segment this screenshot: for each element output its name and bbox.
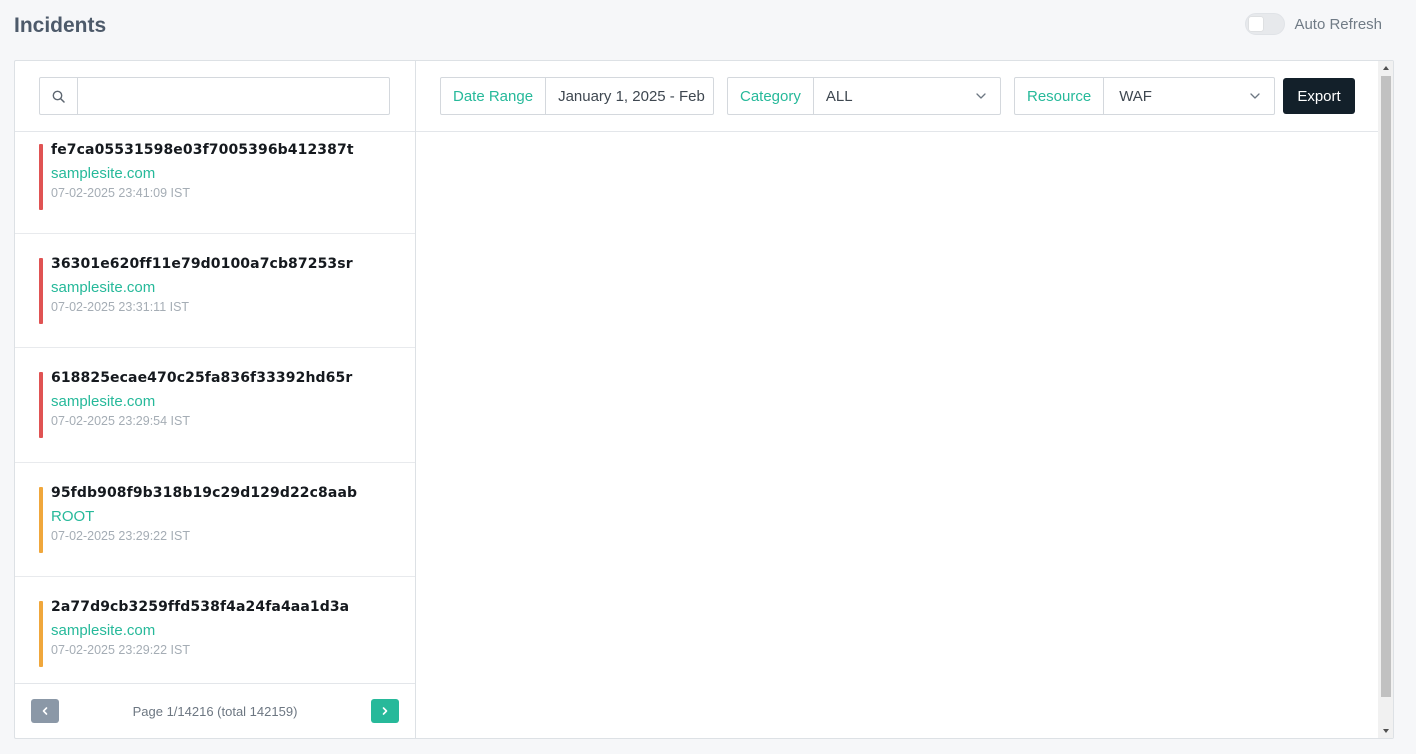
search-row — [15, 61, 415, 132]
list-item[interactable]: 2a77d9cb3259ffd538f4a24fa4aa1d3a samples… — [15, 577, 415, 683]
category-select[interactable]: ALL — [814, 78, 1000, 114]
incident-id: 95fdb908f9b318b19c29d129d22c8aab — [51, 484, 358, 501]
page-indicator: Page 1/14216 (total 142159) — [132, 703, 298, 719]
incident-detail-pane: Date Range January 1, 2025 - Feb Categor… — [416, 61, 1379, 738]
search-icon[interactable] — [40, 78, 78, 114]
scroll-thumb[interactable] — [1381, 76, 1391, 697]
search-box — [39, 77, 390, 115]
list-item[interactable]: 95fdb908f9b318b19c29d129d22c8aab ROOT 07… — [15, 463, 415, 578]
incident-time: 07-02-2025 23:31:11 IST — [51, 300, 190, 314]
incident-time: 07-02-2025 23:29:54 IST — [51, 414, 190, 429]
incident-id: 36301e620ff11e79d0100a7cb87253sr — [51, 256, 353, 272]
list-item[interactable]: 36301e620ff11e79d0100a7cb87253sr samples… — [15, 234, 415, 349]
incident-list[interactable]: fe7ca05531598e03f7005396b412387t samples… — [15, 132, 415, 683]
resource-label: Resource — [1015, 78, 1105, 114]
severity-indicator — [39, 144, 43, 210]
auto-refresh-toggle[interactable] — [1245, 13, 1286, 35]
filter-toolbar: Date Range January 1, 2025 - Feb Categor… — [416, 61, 1379, 132]
incident-site: samplesite.com — [51, 279, 156, 296]
search-input[interactable] — [78, 78, 389, 114]
toggle-knob — [1249, 17, 1264, 31]
previous-page-button[interactable] — [31, 699, 59, 723]
category-selected-value: ALL — [825, 87, 853, 105]
date-range-filter: Date Range January 1, 2025 - Feb — [440, 77, 714, 115]
scroll-down-arrow-icon[interactable] — [1378, 724, 1393, 738]
resource-selected-value: WAF — [1119, 87, 1152, 105]
export-button[interactable]: Export — [1283, 78, 1355, 114]
date-range-label: Date Range — [441, 78, 547, 114]
list-item[interactable]: fe7ca05531598e03f7005396b412387t samples… — [15, 132, 415, 234]
incident-time: 07-02-2025 23:29:22 IST — [51, 643, 190, 658]
severity-indicator — [39, 258, 43, 324]
scroll-up-arrow-icon[interactable] — [1378, 61, 1393, 75]
incident-time: 07-02-2025 23:29:22 IST — [51, 528, 190, 543]
incidents-panel: fe7ca05531598e03f7005396b412387t samples… — [14, 60, 1394, 739]
chevron-right-icon — [382, 707, 388, 715]
vertical-scrollbar[interactable] — [1378, 61, 1393, 738]
severity-indicator — [39, 372, 43, 439]
chevron-down-icon — [1248, 89, 1262, 103]
category-label: Category — [728, 78, 814, 114]
incident-site: ROOT — [51, 507, 95, 525]
incident-site: samplesite.com — [51, 622, 156, 640]
incident-id: 2a77d9cb3259ffd538f4a24fa4aa1d3a — [51, 599, 350, 616]
auto-refresh-control: Auto Refresh — [1245, 13, 1382, 35]
incident-site: samplesite.com — [51, 393, 156, 411]
incident-id: 618825ecae470c25fa836f33392hd65r — [51, 370, 353, 387]
chevron-left-icon — [42, 707, 48, 715]
incident-list-pane: fe7ca05531598e03f7005396b412387t samples… — [15, 61, 416, 738]
severity-indicator — [39, 601, 43, 668]
resource-select[interactable]: WAF — [1104, 78, 1274, 114]
category-filter: Category ALL — [727, 77, 1001, 115]
page-title: Incidents — [14, 14, 107, 37]
auto-refresh-label: Auto Refresh — [1294, 15, 1382, 33]
date-range-picker[interactable]: January 1, 2025 - Feb — [546, 78, 713, 114]
list-item[interactable]: 618825ecae470c25fa836f33392hd65r samples… — [15, 348, 415, 463]
next-page-button[interactable] — [371, 699, 399, 723]
resource-filter: Resource WAF — [1014, 77, 1275, 115]
chevron-down-icon — [974, 89, 988, 103]
incident-time: 07-02-2025 23:41:09 IST — [51, 186, 190, 200]
pagination: Page 1/14216 (total 142159) — [15, 683, 415, 738]
incident-id: fe7ca05531598e03f7005396b412387t — [51, 142, 354, 158]
severity-indicator — [39, 486, 43, 553]
incident-site: samplesite.com — [51, 165, 156, 182]
